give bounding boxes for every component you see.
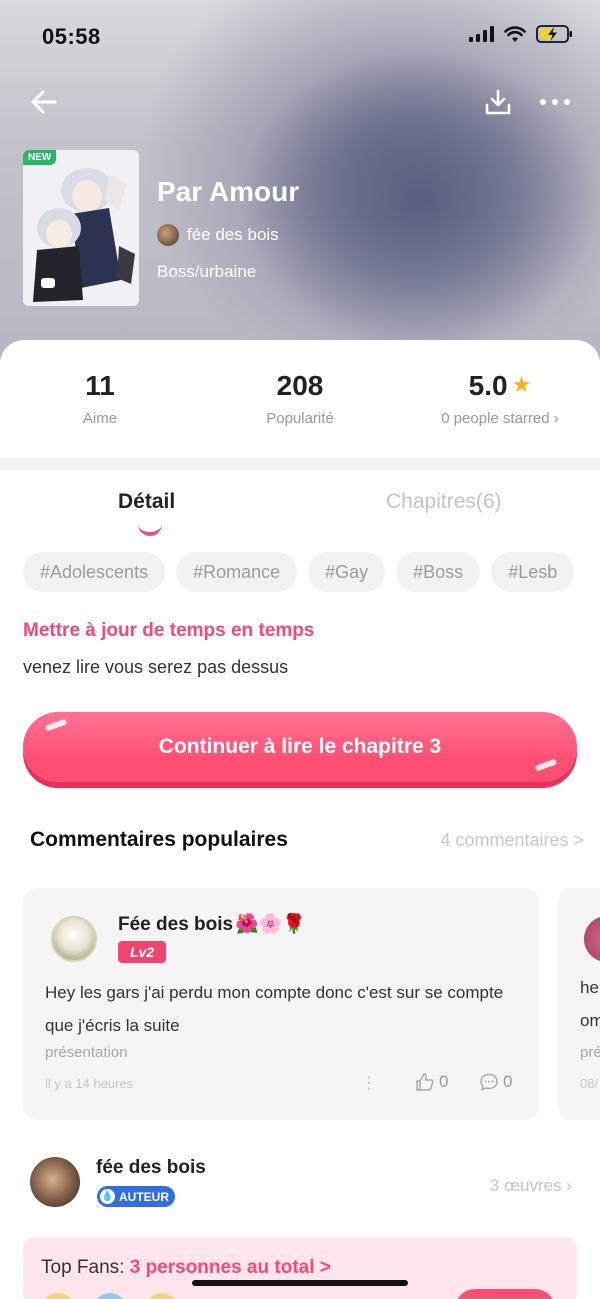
like-count: 0 bbox=[439, 1072, 449, 1091]
battery-charging-icon bbox=[536, 25, 572, 43]
author-badge-label: AUTEUR bbox=[119, 1189, 169, 1204]
author-name: fée des bois bbox=[187, 225, 279, 244]
comments-title: Commentaires populaires bbox=[30, 828, 288, 851]
commenter-name[interactable]: Fée des bois 🌺🌸🌹 bbox=[118, 912, 306, 936]
comment-category-fragment: pré bbox=[580, 1044, 600, 1061]
update-notice: Mettre à jour de temps en temps bbox=[23, 620, 315, 641]
rating-label[interactable]: 0 people starred › bbox=[400, 410, 600, 427]
story-author[interactable]: fée des bois bbox=[157, 224, 279, 246]
author-profile-avatar[interactable] bbox=[30, 1157, 80, 1207]
thumbs-up-icon bbox=[416, 1073, 434, 1091]
stats-row: 11 Aime 208 Popularité 5.0 ★ 0 people sta… bbox=[0, 340, 600, 458]
water-drop-icon: 💧 bbox=[100, 1189, 115, 1204]
comment-category: présentation bbox=[45, 1044, 128, 1061]
continue-reading-button[interactable]: Continuer à lire le chapitre 3 bbox=[23, 712, 577, 782]
tag-list: #Adolescents #Romance #Gay #Boss #Lesb bbox=[23, 552, 600, 592]
commenter-avatar[interactable] bbox=[51, 916, 97, 962]
comment-more-icon[interactable]: ⋮ bbox=[361, 1073, 377, 1093]
tab-bar: Détail Chapitres(6) bbox=[0, 480, 600, 540]
author-section[interactable]: fée des bois 💧 AUTEUR 3 œuvres › bbox=[0, 1140, 600, 1220]
more-options-icon[interactable] bbox=[540, 92, 574, 112]
username-emoji: 🌺🌸🌹 bbox=[235, 914, 307, 935]
status-time: 05:58 bbox=[42, 24, 101, 49]
tab-active-indicator bbox=[138, 524, 162, 536]
comment-text: Hey les gars j'ai perdu mon compte donc … bbox=[45, 983, 504, 1035]
reply-count: 0 bbox=[503, 1072, 513, 1091]
author-works-link[interactable]: 3 œuvres › bbox=[490, 1176, 572, 1196]
story-genre: Boss/urbaine bbox=[157, 262, 257, 281]
comment-reply-button[interactable]: 0 bbox=[479, 1072, 512, 1092]
fan-avatar[interactable] bbox=[145, 1293, 179, 1299]
back-arrow-icon[interactable] bbox=[28, 86, 60, 118]
likes-count: 11 bbox=[85, 370, 115, 401]
popularity-label: Popularité bbox=[266, 410, 334, 427]
author-profile-name[interactable]: fée des bois bbox=[96, 1157, 206, 1179]
section-divider bbox=[0, 458, 600, 470]
continue-reading-label: Continuer à lire le chapitre 3 bbox=[158, 735, 442, 758]
download-icon[interactable] bbox=[484, 88, 512, 116]
stat-likes: 11 Aime bbox=[0, 370, 200, 427]
home-indicator[interactable] bbox=[192, 1280, 408, 1286]
likes-label: Aime bbox=[82, 410, 118, 427]
rating-value: 5.0 bbox=[468, 370, 508, 401]
tag-chip[interactable]: #Boss bbox=[396, 552, 481, 592]
tab-chapters[interactable]: Chapitres(6) bbox=[386, 490, 502, 514]
story-header: 05:58 NEW Par Amour fée des bois Boss/ur… bbox=[0, 0, 600, 360]
stat-rating[interactable]: 5.0 ★ 0 people starred › bbox=[400, 370, 600, 427]
story-cover-image[interactable]: NEW bbox=[23, 150, 139, 306]
stat-popularity: 208 Popularité bbox=[200, 370, 400, 427]
button-shine bbox=[44, 718, 68, 732]
new-badge: NEW bbox=[23, 150, 57, 165]
rating-value-row: 5.0 ★ bbox=[400, 370, 600, 402]
status-icons bbox=[469, 24, 574, 44]
story-title: Par Amour bbox=[157, 176, 300, 207]
top-fans-text: Top Fans: 3 personnes au total > bbox=[41, 1257, 331, 1279]
author-badge: 💧 AUTEUR bbox=[97, 1186, 175, 1207]
story-details-sheet: 11 Aime 208 Popularité 5.0 ★ 0 people sta… bbox=[0, 340, 600, 1299]
story-description: venez lire vous serez pas dessus bbox=[23, 657, 289, 677]
popularity-count: 208 bbox=[276, 370, 324, 401]
top-fans-total[interactable]: 3 personnes au total > bbox=[130, 1257, 331, 1278]
comment-card[interactable]: Fée des bois 🌺🌸🌹 Lv2 Hey les gars j'ai pe… bbox=[23, 888, 539, 1120]
star-icon: ★ bbox=[511, 372, 532, 397]
comment-time-fragment: 08/ bbox=[580, 1076, 599, 1091]
support-button[interactable] bbox=[455, 1289, 555, 1299]
tag-chip[interactable]: #Gay bbox=[308, 552, 386, 592]
top-fans-label: Top Fans: bbox=[41, 1257, 130, 1278]
tag-chip[interactable]: #Lesb bbox=[491, 552, 575, 592]
author-avatar bbox=[157, 224, 179, 246]
wifi-icon bbox=[504, 25, 526, 42]
comments-count-link[interactable]: 4 commentaires > bbox=[440, 830, 584, 851]
comment-card-next[interactable]: he om pré 08/ bbox=[558, 888, 600, 1120]
comment-time: il y a 14 heures bbox=[45, 1076, 134, 1091]
cover-illustration bbox=[23, 150, 139, 306]
tag-chip[interactable]: #Romance bbox=[176, 552, 298, 592]
tab-detail[interactable]: Détail bbox=[118, 490, 175, 514]
top-fans-panel[interactable]: Top Fans: 3 personnes au total > bbox=[23, 1237, 577, 1299]
level-badge: Lv2 bbox=[118, 941, 166, 963]
fan-avatar[interactable] bbox=[93, 1293, 127, 1299]
fan-avatar[interactable] bbox=[41, 1293, 75, 1299]
tag-chip[interactable]: #Adolescents bbox=[23, 552, 166, 592]
status-bar: 05:58 bbox=[0, 0, 600, 70]
comment-text-fragment: om bbox=[580, 1011, 600, 1030]
commenter-avatar bbox=[584, 916, 600, 962]
comment-text-fragment: he bbox=[580, 978, 599, 997]
comment-like-button[interactable]: 0 bbox=[415, 1072, 448, 1092]
button-shine bbox=[534, 758, 558, 772]
signal-icon bbox=[469, 26, 494, 42]
reply-bubble-icon bbox=[480, 1073, 498, 1091]
